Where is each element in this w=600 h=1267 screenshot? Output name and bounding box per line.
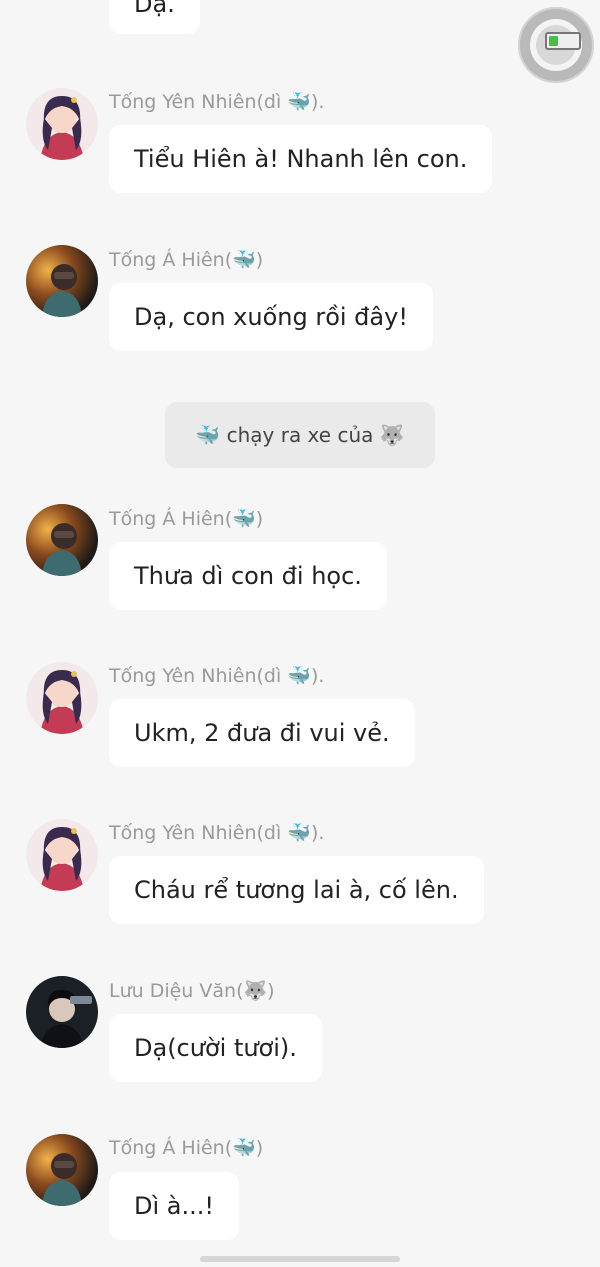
sender-name: Tống Á Hiên(🐳) [109,508,264,530]
woman-avatar-icon[interactable] [26,88,98,160]
boy-avatar-icon[interactable] [26,504,98,576]
message-bubble: Tiểu Hiên à! Nhanh lên con. [109,125,493,193]
boy-avatar-icon[interactable] [26,245,98,317]
sender-name: Tống Á Hiên(🐳) [109,249,264,271]
sender-name: Tống Yên Nhiên(dì 🐳). [109,91,325,113]
message-bubble: Ukm, 2 đưa đi vui vẻ. [109,699,415,767]
floating-assistive-button[interactable] [518,7,594,83]
sender-name: Tống Yên Nhiên(dì 🐳). [109,665,325,687]
narration-bubble: 🐳 chạy ra xe của 🐺 [165,402,435,468]
woman-avatar-icon[interactable] [26,819,98,891]
message-bubble: Dạ, con xuống rồi đây! [109,283,433,351]
message-bubble: Dì à...! [109,1172,239,1240]
sender-name: Tống Á Hiên(🐳) [109,1137,264,1159]
message-bubble: Thưa dì con đi học. [109,542,387,610]
battery-icon [545,32,581,50]
sender-name: Lưu Diệu Văn(🐺) [109,980,275,1002]
message-bubble-fragment: Dạ. [109,0,200,34]
boy-avatar-icon[interactable] [26,1134,98,1206]
home-indicator[interactable] [200,1256,400,1262]
sender-name: Tống Yên Nhiên(dì 🐳). [109,822,325,844]
woman-avatar-icon[interactable] [26,662,98,734]
man-avatar-icon[interactable] [26,976,98,1048]
message-bubble: Dạ(cười tươi). [109,1014,322,1082]
message-bubble: Cháu rể tương lai à, cố lên. [109,856,484,924]
